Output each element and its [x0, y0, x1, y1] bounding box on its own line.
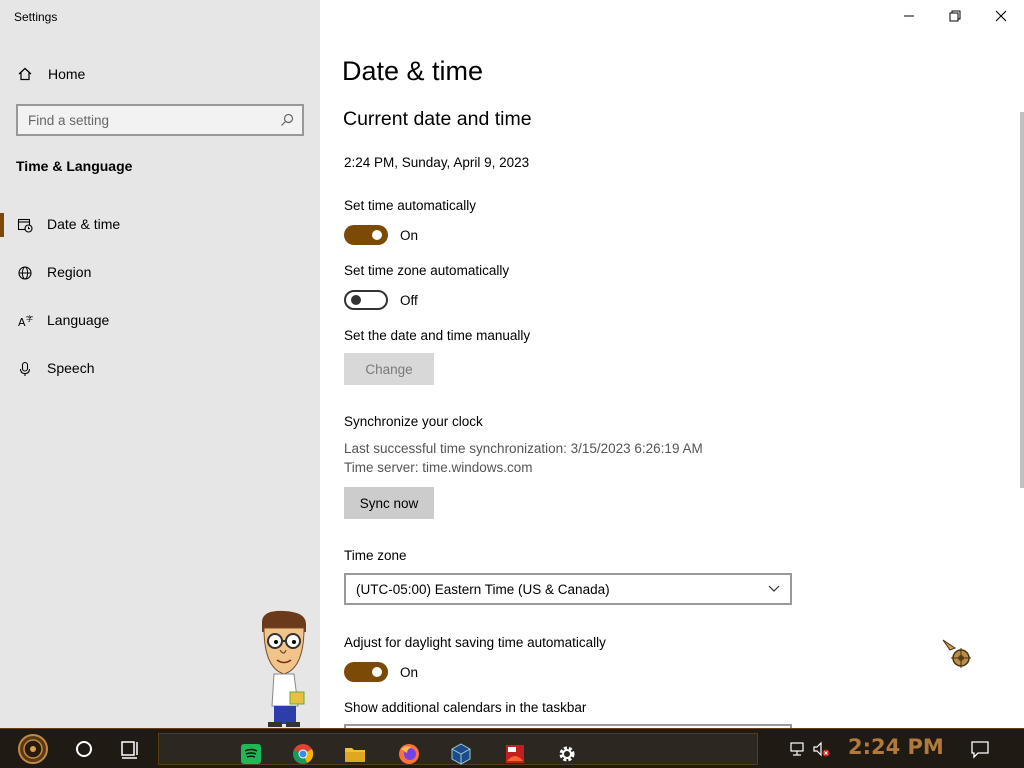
selection-indicator	[0, 213, 4, 237]
dst-toggle[interactable]	[344, 662, 388, 682]
timezone-value: (UTC-05:00) Eastern Time (US & Canada)	[356, 582, 610, 597]
set-time-auto-label: Set time automatically	[344, 198, 477, 213]
set-tz-auto-label: Set time zone automatically	[344, 263, 510, 278]
volume-muted-icon[interactable]	[812, 740, 830, 758]
taskbar: 2:24 PM	[0, 728, 1024, 768]
additional-calendars-label: Show additional calendars in the taskbar	[344, 700, 587, 715]
spotify-app[interactable]	[231, 738, 271, 768]
sidebar-item-date-time[interactable]: Date & time	[0, 207, 320, 243]
time-server-text: Time server: time.windows.com	[344, 460, 533, 475]
set-time-auto-toggle[interactable]	[344, 225, 388, 245]
dst-label: Adjust for daylight saving time automati…	[344, 635, 606, 650]
file-explorer-app[interactable]	[335, 738, 375, 768]
svg-text:字: 字	[26, 314, 33, 323]
network-icon[interactable]	[788, 740, 806, 758]
cortana-circle-icon	[76, 741, 92, 757]
set-tz-auto-state: Off	[400, 293, 418, 308]
sidebar-item-speech[interactable]: Speech	[0, 351, 320, 387]
sidebar-item-label: Language	[47, 312, 110, 328]
chrome-icon	[293, 744, 314, 764]
action-center-icon[interactable]	[970, 739, 990, 759]
sidebar-item-label: Date & time	[47, 216, 121, 232]
toggle-knob	[351, 295, 361, 305]
search-icon[interactable]	[280, 113, 294, 127]
virtualbox-app[interactable]	[441, 738, 481, 768]
app-title: Settings	[14, 10, 58, 24]
change-button[interactable]: Change	[344, 353, 434, 385]
last-sync-text: Last successful time synchronization: 3/…	[344, 441, 703, 456]
language-icon: A 字	[18, 314, 33, 329]
main-content: Date & time Current date and time 2:24 P…	[320, 0, 1024, 730]
dst-state: On	[400, 665, 419, 680]
sidebar-item-label: Speech	[47, 360, 95, 376]
pinned-app[interactable]	[495, 738, 535, 768]
scrollbar[interactable]	[1020, 112, 1024, 488]
set-time-auto-state: On	[400, 228, 419, 243]
manual-datetime-label: Set the date and time manually	[344, 328, 531, 343]
search-input[interactable]	[18, 106, 268, 134]
firefox-icon	[399, 744, 419, 764]
microphone-icon	[19, 361, 31, 376]
settings-app[interactable]	[547, 738, 587, 768]
cartoon-mascot-image	[262, 610, 306, 727]
home-label: Home	[48, 66, 86, 82]
sync-heading: Synchronize your clock	[344, 414, 483, 429]
file-explorer-icon	[345, 748, 365, 762]
chevron-down-icon	[768, 585, 780, 592]
cortana-button[interactable]	[64, 733, 104, 765]
taskbar-clock[interactable]: 2:24 PM	[848, 735, 944, 759]
sidebar: Settings Home Time & Language Date & tim…	[0, 0, 320, 728]
pinned-apps-bar	[158, 733, 758, 765]
sidebar-item-language[interactable]: A 字 Language	[0, 303, 320, 339]
search-box[interactable]	[16, 104, 304, 136]
spotify-icon	[241, 744, 261, 764]
sidebar-item-label: Region	[47, 264, 92, 280]
task-view-button[interactable]	[110, 733, 150, 765]
current-datetime: 2:24 PM, Sunday, April 9, 2023	[344, 155, 530, 170]
timezone-label: Time zone	[344, 548, 407, 563]
section-title: Time & Language	[16, 158, 133, 174]
firefox-app[interactable]	[389, 738, 429, 768]
custom-cursor-icon	[942, 639, 971, 668]
timezone-dropdown[interactable]: (UTC-05:00) Eastern Time (US & Canada)	[344, 573, 792, 605]
steampunk-start-icon	[18, 734, 48, 764]
toggle-knob	[372, 230, 382, 240]
sidebar-item-region[interactable]: Region	[0, 255, 320, 291]
home-nav-item[interactable]: Home	[0, 60, 320, 88]
page-title: Date & time	[342, 56, 484, 86]
app-icon	[506, 745, 524, 763]
set-tz-auto-toggle[interactable]	[344, 290, 388, 310]
task-view-icon	[121, 741, 138, 759]
settings-gear-icon	[559, 746, 575, 762]
svg-text:A: A	[18, 316, 26, 329]
chrome-app[interactable]	[283, 738, 323, 768]
section-subtitle: Current date and time	[343, 108, 532, 130]
start-button[interactable]	[6, 733, 60, 765]
toggle-knob	[372, 667, 382, 677]
globe-icon	[18, 266, 32, 280]
calendar-clock-icon	[17, 218, 33, 233]
sync-now-button[interactable]: Sync now	[344, 487, 434, 519]
virtualbox-icon	[451, 743, 471, 765]
home-icon	[18, 67, 32, 81]
